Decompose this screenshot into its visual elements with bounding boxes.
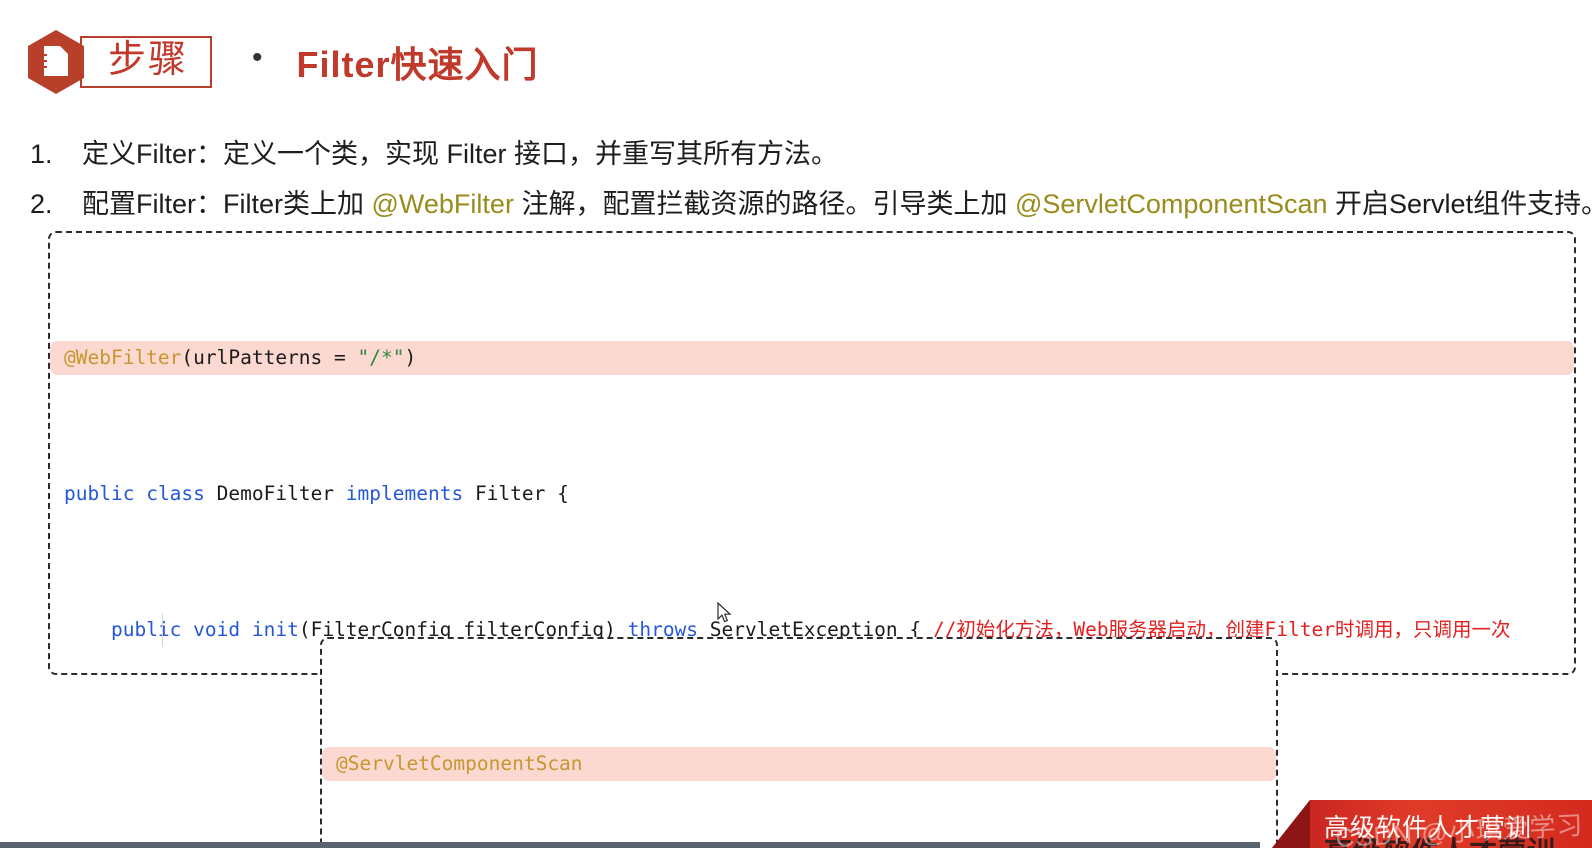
step-2-number: 2. [30, 189, 53, 219]
code-line: public class DemoFilter implements Filte… [64, 482, 569, 505]
step-list-item-2: 2. 配置Filter：Filter类上加 @WebFilter 注解，配置拦截资… [30, 182, 1592, 221]
banner-fold [1272, 800, 1310, 848]
step-2-text-pre: 配置Filter：Filter类上加 [82, 189, 372, 219]
page-title: Filter快速入门 [296, 44, 539, 85]
step-2-annotation-webfilter: @WebFilter [371, 189, 514, 219]
code-line: @WebFilter(urlPatterns = "/*") [50, 341, 1574, 375]
document-hexagon-icon [28, 30, 84, 94]
watermark-banner: 高级软件人才营训 高级软件人才营训 CSDN @小琪爱学习 [1272, 800, 1592, 848]
doc-line-3 [32, 66, 47, 68]
step-list-item-1: 1. 定义Filter：定义一个类，实现 Filter 接口，并重写其所有方法。 [30, 132, 838, 171]
filter-code-block: @WebFilter(urlPatterns = "/*") public cl… [48, 231, 1576, 675]
code-line: @ServletComponentScan [322, 747, 1276, 781]
bullet-dot: • [252, 41, 263, 74]
overlay-code-content: @ServletComponentScan @SpringBootApplica… [322, 639, 1276, 848]
step-1-text: 定义Filter：定义一个类，实现 Filter 接口，并重写其所有方法。 [82, 139, 838, 169]
step-2-text-post: 开启Servlet组件支持。 [1327, 189, 1592, 219]
filter-code-content: @WebFilter(urlPatterns = "/*") public cl… [50, 233, 1574, 673]
document-glyph [44, 46, 68, 76]
slide-header: 步骤 • Filter快速入门 [28, 22, 539, 102]
step-1-number: 1. [30, 139, 53, 169]
doc-line-1 [32, 54, 47, 56]
step-2-annotation-servletcomponentscan: @ServletComponentScan [1014, 189, 1328, 219]
step-2-text-mid: 注解，配置拦截资源的路径。引导类上加 [513, 189, 1015, 219]
bottom-divider-strip [0, 842, 1260, 848]
mouse-pointer-icon [717, 602, 732, 623]
doc-line-2 [32, 60, 47, 62]
step-badge-label: 步骤 [80, 35, 213, 89]
spring-boot-application-code-overlay: @ServletComponentScan @SpringBootApplica… [320, 637, 1278, 848]
